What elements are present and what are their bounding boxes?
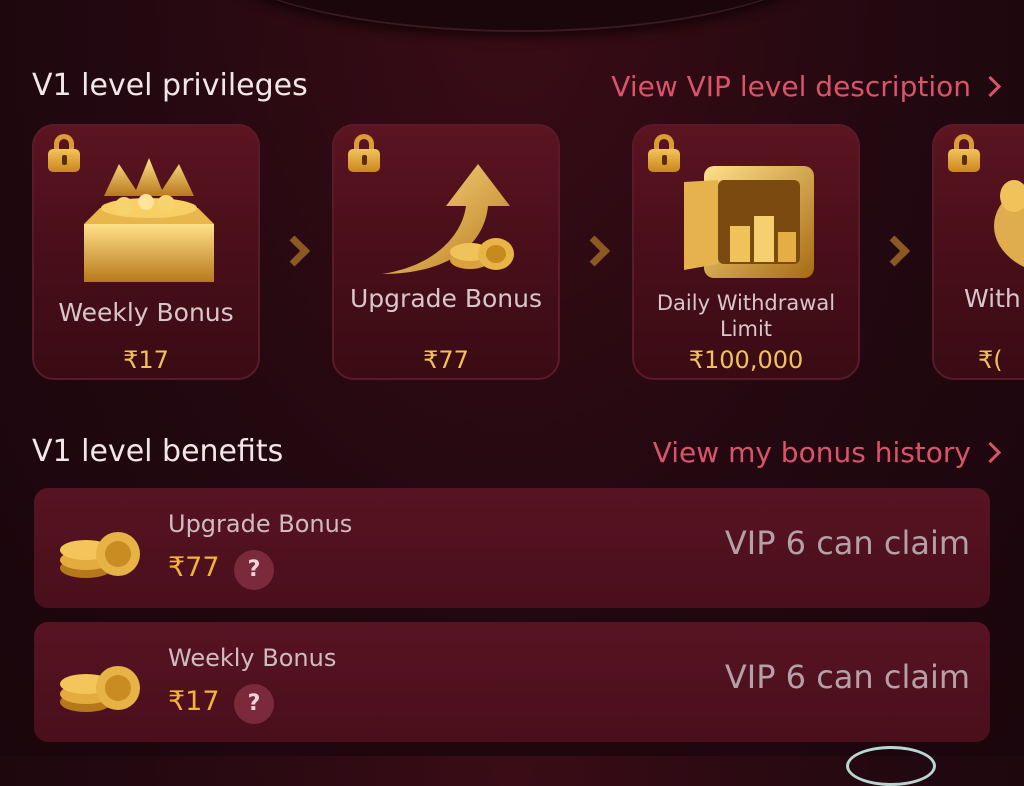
chevron-right-icon	[292, 236, 314, 270]
benefit-row-weekly-bonus[interactable]: Weekly Bonus ₹17 ? VIP 6 can claim	[34, 622, 990, 742]
chevron-right-icon	[979, 75, 1002, 98]
privilege-card-daily-withdrawal-limit[interactable]: Daily Withdrawal Limit ₹100,000	[632, 124, 860, 380]
privilege-label: Daily Withdrawal Limit	[656, 291, 836, 341]
privileges-title: V1 level privileges	[32, 68, 308, 103]
privilege-value: ₹100,000	[688, 346, 804, 374]
gold-coins-icon	[60, 666, 140, 712]
privilege-label: Upgrade Bonus	[350, 284, 542, 313]
arrow-up-coins-icon	[382, 164, 514, 274]
floating-badge-icon[interactable]	[846, 746, 936, 786]
vault-safe-icon	[684, 166, 814, 278]
benefits-header: V1 level benefits View my bonus history	[0, 422, 1024, 482]
benefit-name: Upgrade Bonus	[168, 510, 353, 538]
privilege-value: ₹(	[978, 346, 1003, 374]
help-icon[interactable]: ?	[234, 550, 274, 590]
top-header-arc	[200, 0, 840, 32]
help-icon[interactable]: ?	[234, 684, 274, 724]
treasure-chest-crown-icon	[84, 158, 214, 282]
privilege-label: Weekly Bonus	[58, 298, 234, 327]
benefit-name: Weekly Bonus	[168, 644, 337, 672]
view-bonus-history-label: View my bonus history	[652, 436, 971, 469]
claim-status[interactable]: VIP 6 can claim	[725, 524, 970, 562]
privilege-value: ₹17	[123, 346, 169, 374]
view-vip-description-label: View VIP level description	[611, 70, 971, 103]
chevron-right-icon	[592, 236, 614, 270]
privileges-header: V1 level privileges View VIP level descr…	[0, 56, 1024, 116]
privilege-card-weekly-bonus[interactable]: Weekly Bonus ₹17	[32, 124, 260, 380]
claim-status[interactable]: VIP 6 can claim	[725, 658, 970, 696]
privilege-value: ₹77	[423, 346, 469, 374]
benefit-row-upgrade-bonus[interactable]: Upgrade Bonus ₹77 ? VIP 6 can claim	[34, 488, 990, 608]
view-vip-description-link[interactable]: View VIP level description	[611, 70, 1002, 103]
gold-coins-icon	[60, 532, 140, 578]
chevron-right-icon	[979, 441, 1002, 464]
privileges-carousel[interactable]: Weekly Bonus ₹17 Upgrade Bonus ₹77 Daily…	[0, 124, 1024, 384]
view-bonus-history-link[interactable]: View my bonus history	[652, 436, 1002, 469]
benefit-value: ₹77	[168, 552, 220, 583]
privilege-card-upgrade-bonus[interactable]: Upgrade Bonus ₹77	[332, 124, 560, 380]
piggy-bank-icon	[994, 180, 1024, 268]
chevron-right-icon	[892, 236, 914, 270]
privilege-label: With	[964, 284, 1021, 313]
benefit-value: ₹17	[168, 686, 220, 717]
benefits-title: V1 level benefits	[32, 434, 284, 469]
privilege-card-withdrawal[interactable]: With ₹(	[932, 124, 1024, 380]
